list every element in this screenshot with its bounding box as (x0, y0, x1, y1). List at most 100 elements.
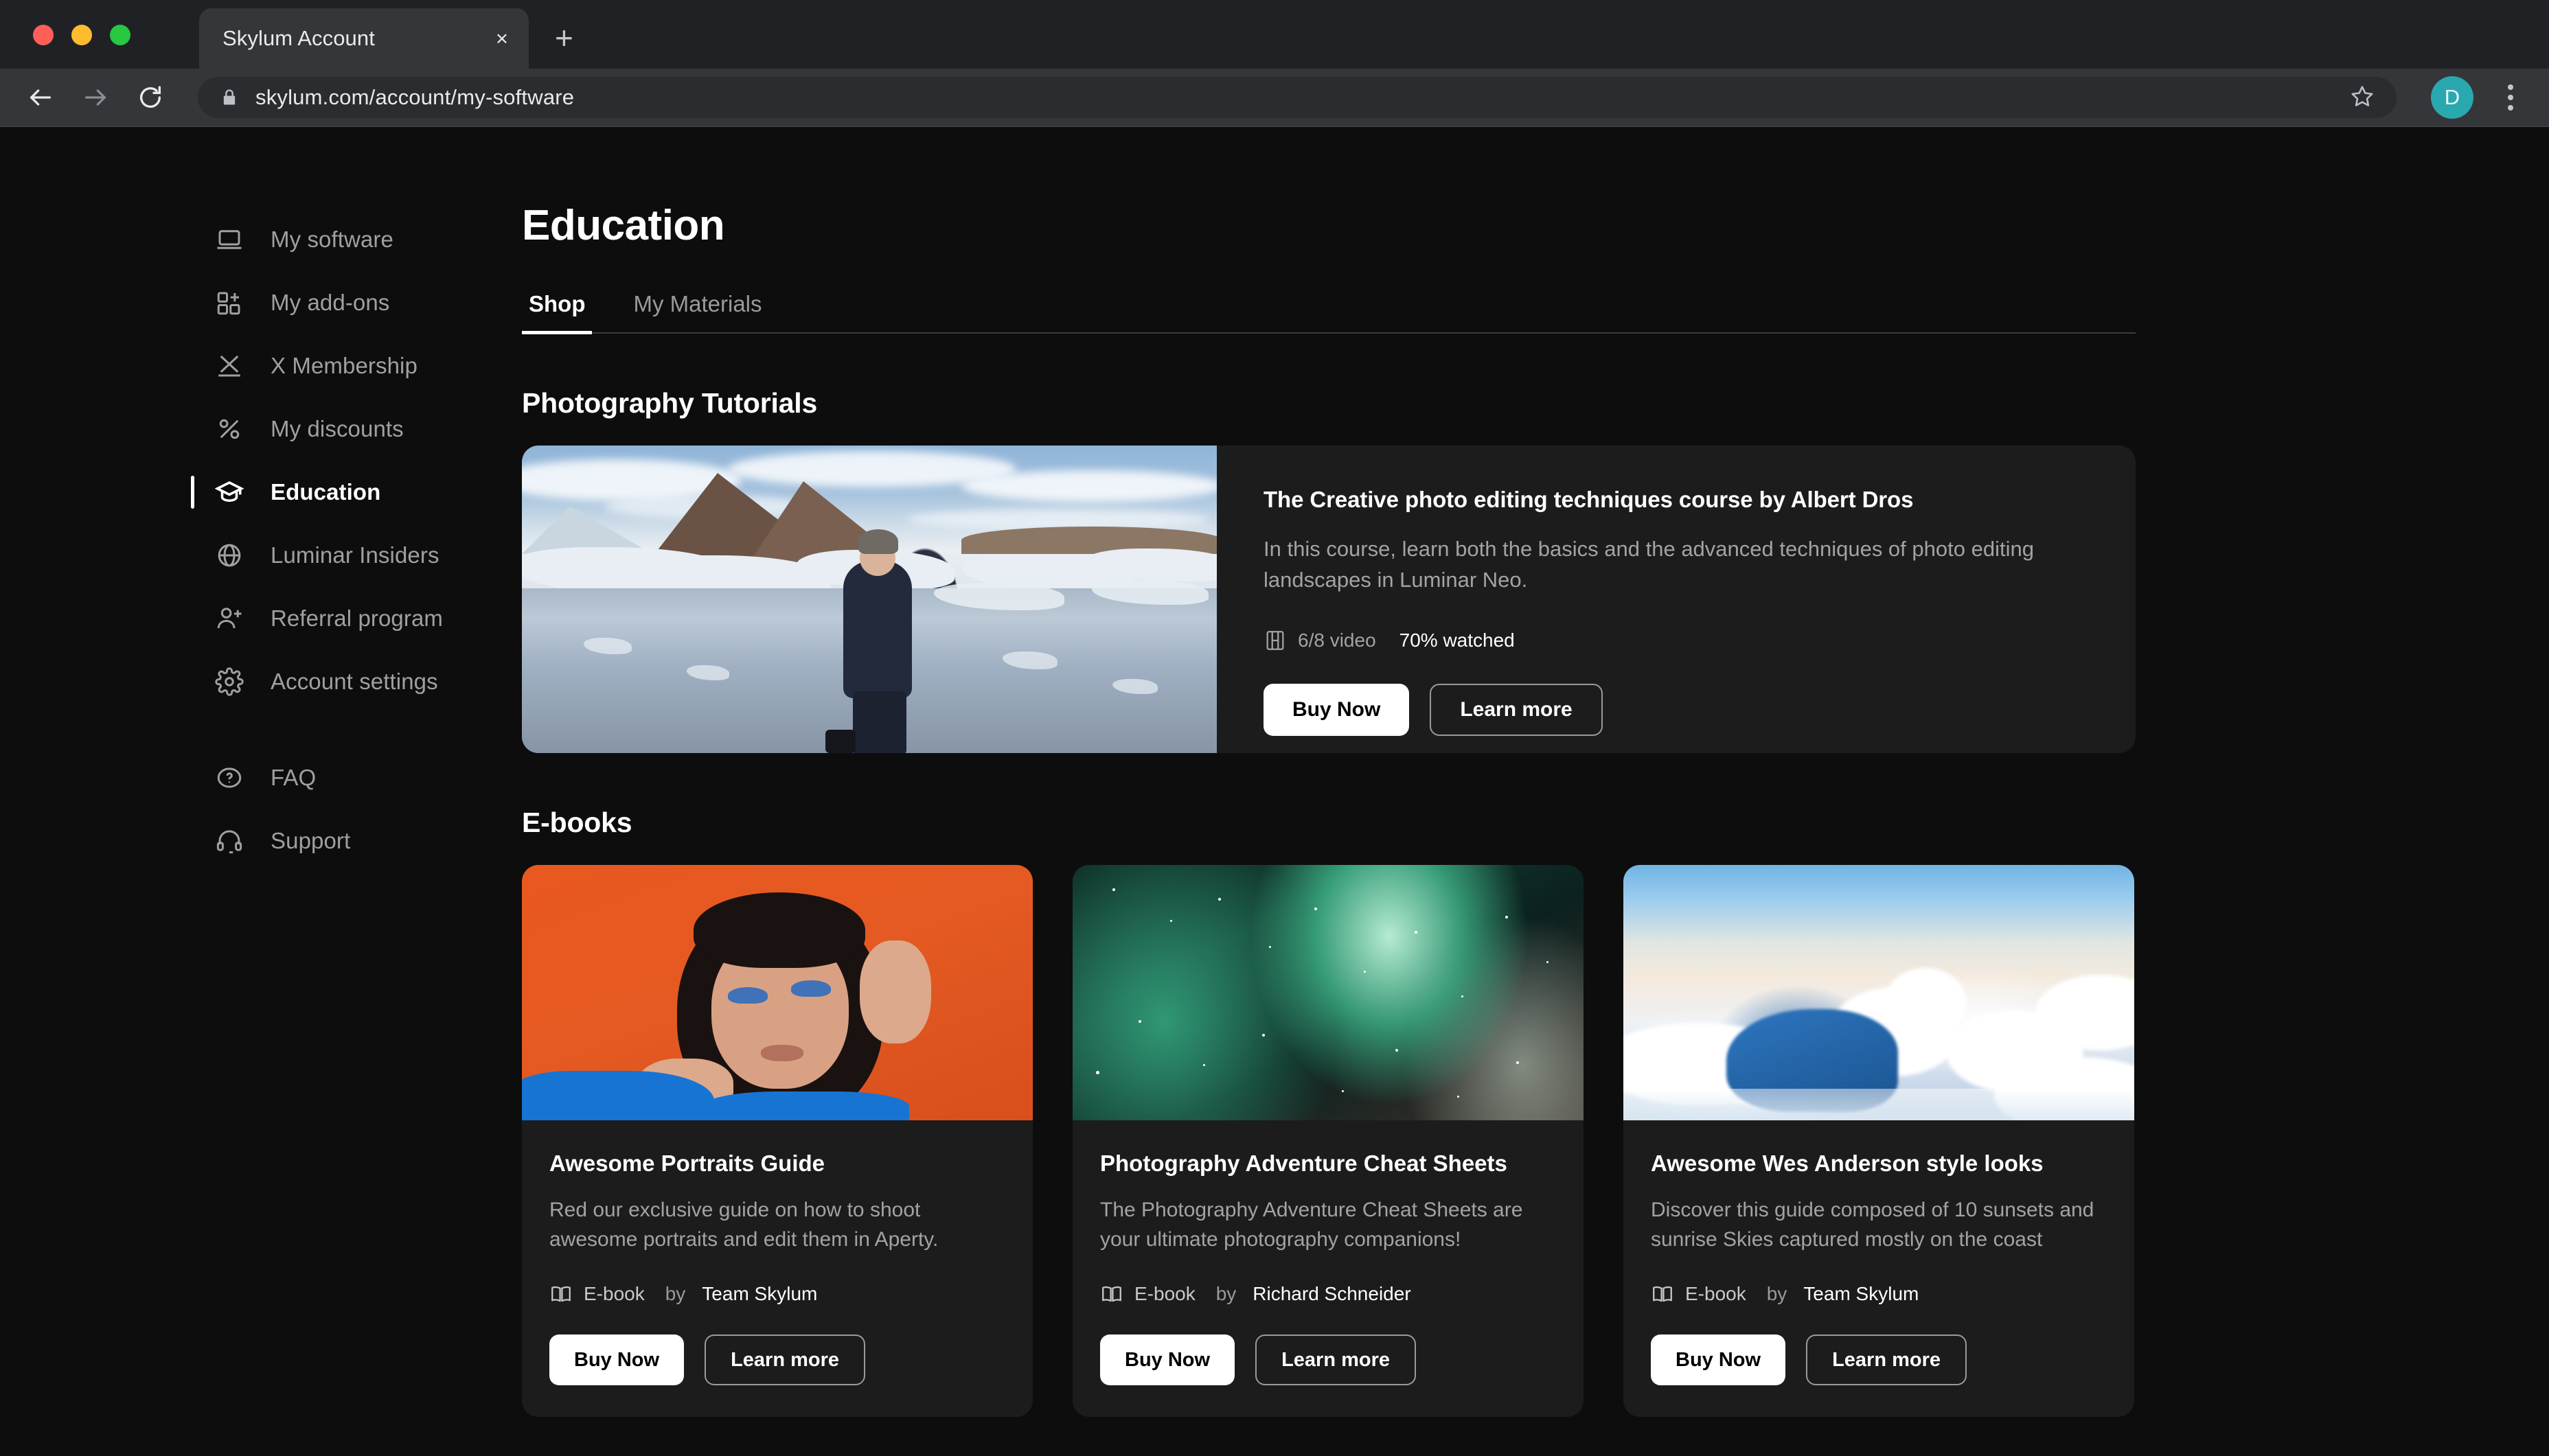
close-tab-icon[interactable]: × (496, 28, 508, 49)
url-text: skylum.com/account/my-software (255, 85, 575, 109)
buy-now-button[interactable]: Buy Now (1100, 1334, 1235, 1385)
film-strip-icon (1266, 630, 1284, 650)
graduation-cap-icon (214, 477, 244, 507)
ebook-thumbnail (1623, 865, 2134, 1120)
ebook-type: E-book (584, 1283, 645, 1304)
sidebar-divider-gap (0, 713, 522, 746)
buy-now-button[interactable]: Buy Now (1264, 683, 1410, 736)
forward-icon[interactable] (80, 82, 111, 113)
open-book-icon (1653, 1286, 1672, 1302)
avatar[interactable]: D (2431, 76, 2473, 119)
sidebar-item-label: Referral program (271, 605, 444, 631)
ebook-by: by (665, 1283, 686, 1304)
learn-more-button[interactable]: Learn more (1255, 1334, 1417, 1385)
sidebar-item-education[interactable]: Education (0, 461, 522, 524)
ebook-meta: E-book by Team Skylum (549, 1282, 1005, 1306)
minimize-window-button[interactable] (71, 25, 92, 45)
close-window-button[interactable] (33, 25, 54, 45)
ebook-title: Awesome Portraits Guide (549, 1151, 825, 1176)
learn-more-button[interactable]: Learn more (1806, 1334, 1967, 1385)
browser-window: Skylum Account × + skylum.com/account/my… (0, 0, 2549, 1456)
open-book-icon (551, 1286, 571, 1302)
ebook-card[interactable]: Awesome Wes Anderson style looks Discove… (1623, 865, 2134, 1417)
course-meta: 6/8 video 70% watched (1264, 629, 2136, 652)
sidebar-item-my-add-ons[interactable]: My add-ons (0, 271, 522, 334)
sidebar-item-referral-program[interactable]: Referral program (0, 587, 522, 650)
ebook-details: Photography Adventure Cheat Sheets The P… (1073, 1120, 1584, 1417)
course-card[interactable]: The Creative photo editing techniques co… (522, 446, 2136, 753)
sidebar-item-label: Education (271, 479, 381, 505)
sidebar-item-my-discounts[interactable]: My discounts (0, 397, 522, 461)
course-details: The Creative photo editing techniques co… (1217, 446, 2136, 753)
tab-my-materials[interactable]: My Materials (626, 291, 768, 332)
tab-shop[interactable]: Shop (522, 291, 593, 334)
back-icon[interactable] (25, 82, 56, 113)
watched-percent: 70% watched (1399, 629, 1515, 651)
ebook-title: Photography Adventure Cheat Sheets (1100, 1151, 1507, 1176)
bookmark-star-icon[interactable] (2350, 84, 2375, 112)
ebook-actions: Buy Now Learn more (1651, 1334, 2107, 1385)
section-title-photography-tutorials: Photography Tutorials (522, 387, 818, 419)
sidebar-item-label: Luminar Insiders (271, 542, 439, 568)
page-title: Education (522, 202, 725, 249)
laptop-icon (214, 224, 244, 255)
learn-more-button[interactable]: Learn more (1430, 683, 1603, 736)
ebook-title: Awesome Wes Anderson style looks (1651, 1151, 2044, 1176)
maximize-window-button[interactable] (110, 25, 130, 45)
sidebar-item-faq[interactable]: FAQ (0, 746, 522, 809)
ebook-actions: Buy Now Learn more (1100, 1334, 1556, 1385)
x-icon (214, 351, 244, 381)
main-column: Education Shop My Materials Photography … (522, 127, 2549, 1456)
buy-now-button[interactable]: Buy Now (1651, 1334, 1786, 1385)
course-description: In this course, learn both the basics an… (1264, 537, 2034, 592)
percent-icon (214, 414, 244, 444)
sidebar-item-label: My software (271, 227, 393, 252)
ebook-thumbnail (1073, 865, 1584, 1120)
ebook-by: by (1215, 1283, 1237, 1304)
content-tabs: Shop My Materials (522, 291, 2136, 334)
ebook-meta: E-book by Richard Schneider (1100, 1282, 1556, 1306)
learn-more-button[interactable]: Learn more (705, 1334, 866, 1385)
sidebar-item-label: My add-ons (271, 290, 390, 315)
page-content: My software My add-ons X Membership My d… (0, 127, 2549, 1456)
sidebar-item-label: My discounts (271, 416, 404, 441)
sidebar: My software My add-ons X Membership My d… (0, 127, 522, 1456)
ebook-details: Awesome Portraits Guide Red our exclusiv… (522, 1120, 1033, 1417)
browser-tab[interactable]: Skylum Account × (199, 8, 529, 69)
ebook-thumbnail (522, 865, 1033, 1120)
ebook-meta: E-book by Team Skylum (1651, 1282, 2107, 1306)
ebook-grid: Awesome Portraits Guide Red our exclusiv… (522, 865, 2494, 1417)
globe-icon (214, 540, 244, 570)
sidebar-item-label: Support (271, 828, 351, 853)
browser-toolbar: skylum.com/account/my-software D (0, 69, 2549, 127)
ebook-author: Team Skylum (1803, 1283, 1919, 1304)
sidebar-item-support[interactable]: Support (0, 809, 522, 873)
buy-now-button[interactable]: Buy Now (549, 1334, 685, 1385)
sidebar-item-account-settings[interactable]: Account settings (0, 650, 522, 713)
sidebar-item-luminar-insiders[interactable]: Luminar Insiders (0, 524, 522, 587)
ebook-description: Discover this guide composed of 10 sunse… (1651, 1199, 2094, 1251)
video-count: 6/8 video (1298, 629, 1376, 651)
ebook-details: Awesome Wes Anderson style looks Discove… (1623, 1120, 2134, 1417)
course-thumbnail (522, 446, 1217, 753)
browser-menu-icon[interactable] (2497, 79, 2524, 116)
ebook-type: E-book (1685, 1283, 1746, 1304)
ebook-description: Red our exclusive guide on how to shoot … (549, 1199, 939, 1251)
course-title: The Creative photo editing techniques co… (1264, 487, 1914, 512)
ebook-card[interactable]: Awesome Portraits Guide Red our exclusiv… (522, 865, 1033, 1417)
lock-icon (223, 89, 236, 105)
ebook-author: Team Skylum (702, 1283, 818, 1304)
sidebar-item-my-software[interactable]: My software (0, 208, 522, 271)
address-bar[interactable]: skylum.com/account/my-software (198, 77, 2397, 118)
new-tab-button[interactable]: + (555, 22, 573, 54)
ebook-by: by (1766, 1283, 1787, 1304)
ebook-actions: Buy Now Learn more (549, 1334, 1005, 1385)
section-title-e-books: E-books (522, 807, 632, 838)
open-book-icon (1102, 1286, 1121, 1302)
reload-icon[interactable] (135, 82, 166, 113)
ebook-card[interactable]: Photography Adventure Cheat Sheets The P… (1073, 865, 1584, 1417)
sidebar-item-x-membership[interactable]: X Membership (0, 334, 522, 397)
grid-plus-icon (214, 288, 244, 318)
user-plus-icon (214, 603, 244, 634)
window-controls (33, 25, 130, 45)
